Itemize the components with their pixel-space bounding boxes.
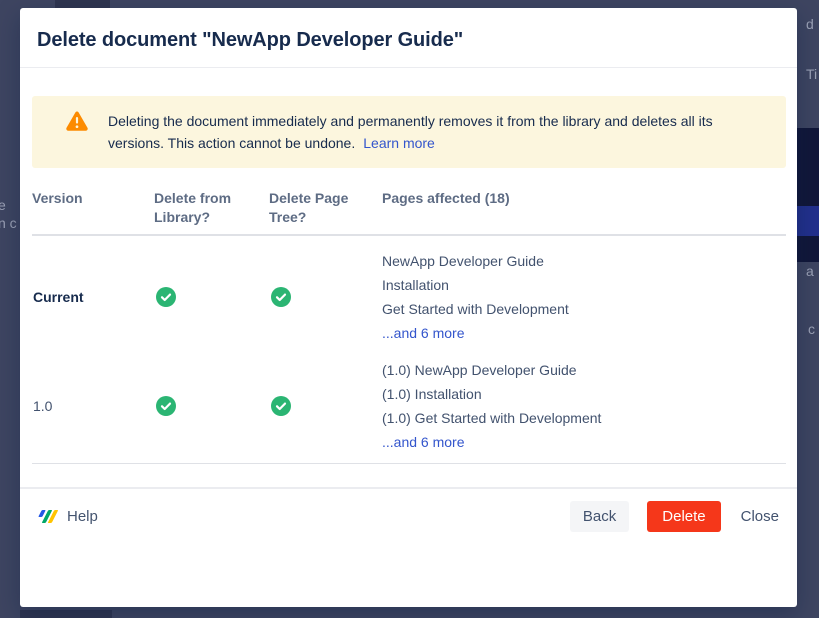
- footer-actions: Back Delete Close: [570, 501, 781, 532]
- column-header-delete-page-tree: Delete Page Tree?: [269, 189, 382, 227]
- page-item: Get Started with Development: [382, 297, 786, 321]
- table-row: 1.0 (1.0) NewApp Developer Guide (1.0) I…: [32, 345, 786, 464]
- column-header-delete-from-library: Delete from Library?: [154, 189, 269, 227]
- version-label: 1.0: [32, 398, 154, 414]
- column-header-pages-affected: Pages affected (18): [382, 189, 786, 208]
- page-item: (1.0) Installation: [382, 382, 786, 406]
- delete-document-dialog: Delete document "NewApp Developer Guide"…: [20, 8, 797, 607]
- back-button[interactable]: Back: [570, 501, 629, 532]
- help-label: Help: [67, 508, 98, 525]
- dialog-title: Delete document "NewApp Developer Guide": [37, 29, 463, 52]
- table-row: Current NewApp Developer Guide Installat…: [32, 236, 786, 345]
- k15t-logo-icon: [37, 509, 58, 524]
- backdrop-text-fragment: n c: [0, 215, 17, 231]
- dialog-footer: Help Back Delete Close: [20, 489, 797, 544]
- backdrop-block: [20, 610, 112, 618]
- page-item: NewApp Developer Guide: [382, 249, 786, 273]
- pages-affected-list: NewApp Developer Guide Installation Get …: [382, 249, 786, 345]
- and-more-link[interactable]: ...and 6 more: [382, 321, 465, 345]
- check-icon: [154, 287, 269, 307]
- learn-more-link[interactable]: Learn more: [363, 135, 435, 151]
- delete-button[interactable]: Delete: [647, 501, 720, 532]
- dialog-header: Delete document "NewApp Developer Guide": [20, 8, 797, 68]
- backdrop-text-fragment: d: [806, 16, 814, 32]
- warning-banner: Deleting the document immediately and pe…: [32, 96, 786, 168]
- check-icon: [269, 287, 382, 307]
- warning-text: Deleting the document immediately and pe…: [108, 110, 746, 154]
- page-item: (1.0) Get Started with Development: [382, 406, 786, 430]
- close-button[interactable]: Close: [739, 501, 781, 532]
- backdrop-text-fragment: e: [0, 197, 6, 213]
- page-item: Installation: [382, 273, 786, 297]
- column-header-version: Version: [32, 189, 154, 208]
- table-header-row: Version Delete from Library? Delete Page…: [32, 189, 786, 236]
- page-item: (1.0) NewApp Developer Guide: [382, 358, 786, 382]
- and-more-link[interactable]: ...and 6 more: [382, 430, 465, 454]
- backdrop-block: [55, 0, 110, 8]
- backdrop-block: [797, 128, 819, 262]
- backdrop-text-fragment: c: [808, 321, 815, 337]
- check-icon: [154, 396, 269, 416]
- help-link[interactable]: Help: [37, 508, 98, 525]
- backdrop-block: [797, 206, 819, 236]
- versions-table: Version Delete from Library? Delete Page…: [32, 189, 786, 464]
- version-label: Current: [32, 289, 154, 305]
- pages-affected-list: (1.0) NewApp Developer Guide (1.0) Insta…: [382, 358, 786, 454]
- backdrop-text-fragment: a: [806, 263, 814, 279]
- check-icon: [269, 396, 382, 416]
- warning-icon: [66, 111, 88, 131]
- backdrop-text-fragment: Ti: [806, 66, 817, 82]
